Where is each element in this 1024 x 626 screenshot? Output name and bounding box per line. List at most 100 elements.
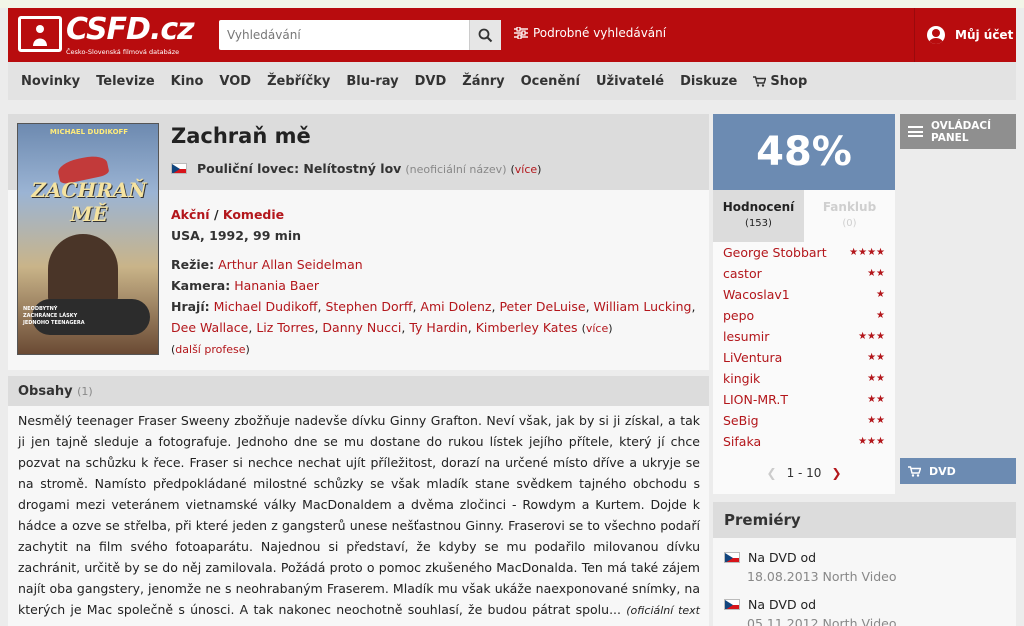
cast-link[interactable]: Stephen Dorff xyxy=(325,299,412,314)
plot-header: Obsahy (1) xyxy=(8,376,709,406)
poster-actor: MICHAEL DUDIKOFF xyxy=(49,128,129,136)
rating-list: George Stobbart ★★★★ castor ★★ Wacoslav1 ★ … xyxy=(713,242,895,452)
sliders-icon xyxy=(514,27,528,39)
plot-text-block: Nesmělý teenager Fraser Sweeny zbožňuje … xyxy=(18,410,700,626)
site-logo[interactable]: CSFD.cz Česko-Slovenská filmová databáze xyxy=(18,12,195,58)
rating-stars: ★★★ xyxy=(858,331,885,342)
rating-user-link[interactable]: Wacoslav1 xyxy=(723,287,790,302)
rating-user-link[interactable]: kingik xyxy=(723,371,760,386)
dvd-shop-button[interactable]: DVD xyxy=(900,458,1016,484)
rating-row: kingik ★★ xyxy=(713,368,895,389)
plot-text: Nesmělý teenager Fraser Sweeny zbožňuje … xyxy=(18,413,700,617)
camera-link[interactable]: Hanania Baer xyxy=(234,278,319,293)
premiere-label: Na DVD od xyxy=(748,597,817,612)
cast-link[interactable]: Liz Torres xyxy=(256,320,314,335)
rating-row: pepo ★ xyxy=(713,305,895,326)
nav-uzivatele[interactable]: Uživatelé xyxy=(596,74,664,89)
search-button[interactable] xyxy=(469,20,501,50)
director-link[interactable]: Arthur Allan Seidelman xyxy=(218,257,363,272)
rating-user-link[interactable]: pepo xyxy=(723,308,754,323)
cast-link[interactable]: Danny Nucci xyxy=(322,320,401,335)
search-input[interactable] xyxy=(219,20,469,50)
poster-figure xyxy=(48,234,118,304)
nav-shop-label: Shop xyxy=(770,73,808,89)
advanced-search-link[interactable]: Podrobné vyhledávání xyxy=(514,26,666,40)
cast-row: Hrají: Michael Dudikoff, Stephen Dorff, … xyxy=(171,299,696,335)
film-poster[interactable]: MICHAEL DUDIKOFF ZACHRAŇ MĚ NEODBYTNÝ ZA… xyxy=(17,123,159,355)
rating-stars: ★★ xyxy=(867,373,885,384)
advanced-search-label: Podrobné vyhledávání xyxy=(533,26,667,40)
poster-note: NEODBYTNÝ ZACHRÁNCE LÁSKY JEDNOHO TEENAG… xyxy=(23,306,85,326)
cast-more-link[interactable]: více xyxy=(586,322,608,335)
nav-dvd[interactable]: DVD xyxy=(415,74,447,89)
director-label: Režie: xyxy=(171,257,215,272)
nav-shop[interactable]: Shop xyxy=(753,74,807,89)
search-box xyxy=(219,20,501,50)
account-button[interactable]: Můj účet xyxy=(914,8,1016,62)
nav-oceneni[interactable]: Ocenění xyxy=(521,74,580,89)
tab-fanclub[interactable]: Fanklub (0) xyxy=(804,190,895,242)
cast-link[interactable]: Dee Wallace xyxy=(171,320,248,335)
rating-stars: ★ xyxy=(876,310,885,321)
premiere-item: Na DVD od 05.11.2012 North Video xyxy=(724,597,897,626)
menu-icon xyxy=(908,126,923,137)
rating-user-link[interactable]: lesumir xyxy=(723,329,769,344)
nav-zanry[interactable]: Žánry xyxy=(462,74,504,89)
control-panel-label: OVLÁDACÍ PANEL xyxy=(931,119,992,144)
alt-title: Pouliční lovec: Nelítostný lov xyxy=(197,161,402,176)
cast-link[interactable]: Michael Dudikoff xyxy=(214,299,318,314)
tab-fanclub-label: Fanklub xyxy=(822,200,877,214)
rating-user-link[interactable]: George Stobbart xyxy=(723,245,827,260)
cast-link[interactable]: Ty Hardin xyxy=(409,320,467,335)
dvd-label: DVD xyxy=(929,464,956,478)
genre-link[interactable]: Komedie xyxy=(223,207,284,222)
more-professions-link[interactable]: další profese xyxy=(175,343,245,356)
rating-row: Sifaka ★★★ xyxy=(713,431,895,452)
premiere-detail: 05.11.2012 North Video xyxy=(747,616,897,626)
nav-kino[interactable]: Kino xyxy=(171,74,204,89)
nav-vod[interactable]: VOD xyxy=(219,74,251,89)
premiere-item: Na DVD od 18.08.2013 North Video xyxy=(724,550,897,584)
poster-title: ZACHRAŇ MĚ xyxy=(31,178,147,226)
cast-link[interactable]: Kimberley Kates xyxy=(476,320,578,335)
genre-link[interactable]: Akční xyxy=(171,207,210,222)
film-title: Zachraň mě xyxy=(171,124,311,148)
pager-prev-icon[interactable]: ❮ xyxy=(767,466,777,480)
more-professions-row: (další profese) xyxy=(171,343,250,356)
site-header: CSFD.cz Česko-Slovenská filmová databáze… xyxy=(8,8,1016,62)
pager-next-icon[interactable]: ❯ xyxy=(831,466,841,480)
nav-televize[interactable]: Televize xyxy=(96,74,155,89)
tab-fanclub-count: (0) xyxy=(842,218,857,229)
rating-stars: ★★★★ xyxy=(849,247,885,258)
nav-diskuze[interactable]: Diskuze xyxy=(680,74,737,89)
alt-title-note: (neoficiální název) xyxy=(405,163,507,176)
rating-stars: ★★ xyxy=(867,415,885,426)
plot-box: Obsahy (1) Nesmělý teenager Fraser Sween… xyxy=(8,376,709,626)
rating-row: LION-MR.T ★★ xyxy=(713,389,895,410)
tab-ratings[interactable]: Hodnocení (153) xyxy=(713,190,804,242)
rating-row: SeBig ★★ xyxy=(713,410,895,431)
premieres-heading: Premiéry xyxy=(713,502,1016,538)
rating-user-link[interactable]: castor xyxy=(723,266,762,281)
cast-link[interactable]: William Lucking xyxy=(594,299,692,314)
rating-pager: ❮ 1 - 10 ❯ xyxy=(713,466,895,480)
rating-row: George Stobbart ★★★★ xyxy=(713,242,895,263)
rating-user-link[interactable]: Sifaka xyxy=(723,434,761,449)
nav-novinky[interactable]: Novinky xyxy=(21,74,80,89)
logo-text: CSFD.cz xyxy=(66,12,195,47)
nav-zebricky[interactable]: Žebříčky xyxy=(267,74,330,89)
cast-link[interactable]: Ami Dolenz xyxy=(420,299,491,314)
control-panel-button[interactable]: OVLÁDACÍ PANEL xyxy=(900,114,1016,149)
czech-flag-icon xyxy=(171,163,187,174)
rating-row: lesumir ★★★ xyxy=(713,326,895,347)
nav-bluray[interactable]: Blu-ray xyxy=(346,74,398,89)
rating-box: 48% Hodnocení (153) Fanklub (0) George S… xyxy=(713,114,895,494)
rating-user-link[interactable]: LION-MR.T xyxy=(723,392,788,407)
logo-film-icon xyxy=(18,16,62,52)
cart-icon xyxy=(908,465,921,477)
rating-user-link[interactable]: LiVentura xyxy=(723,350,782,365)
director-row: Režie: Arthur Allan Seidelman xyxy=(171,254,696,275)
cast-link[interactable]: Peter DeLuise xyxy=(499,299,585,314)
alt-title-more-link[interactable]: více xyxy=(515,163,537,176)
rating-user-link[interactable]: SeBig xyxy=(723,413,759,428)
